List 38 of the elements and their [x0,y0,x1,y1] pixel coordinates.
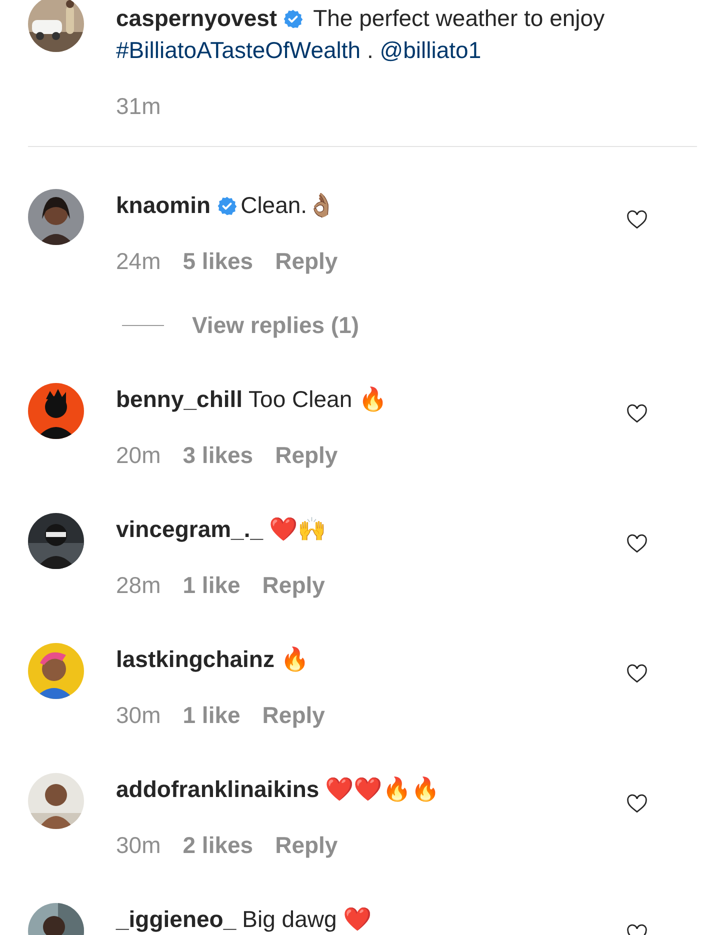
reply-button[interactable]: Reply [262,569,325,601]
reply-button[interactable]: Reply [275,829,338,861]
hashtag-link[interactable]: #BilliatoATasteOfWealth [116,37,361,63]
like-heart-icon[interactable] [625,793,649,815]
like-heart-icon[interactable] [625,533,649,555]
like-count[interactable]: 2 likes [182,829,254,861]
timestamp: 28m [116,571,161,600]
comment-text: ❤🙌 [269,516,326,542]
reply-button[interactable]: Reply [275,439,338,471]
username[interactable]: lastkingchainz [116,646,274,672]
reply-button[interactable]: Reply [275,245,338,277]
timestamp: 30m [116,701,161,730]
caption-text: caspernyovest The perfect weather to enjoy #BilliatoATasteOfWealth . @billiato1 [116,4,606,65]
comment-text: 🔥 [280,646,310,672]
timestamp: 30m [116,831,161,860]
timestamp: 20m [116,441,161,470]
comment-text: Big dawg ❤ [242,906,372,932]
username-link[interactable]: caspernyovest [116,5,278,31]
view-replies-button[interactable]: View replies (1) [192,309,360,341]
comment-text: Clean.👌🏽 [240,192,336,218]
timestamp: 31m [116,92,162,121]
username[interactable]: knaomin [116,192,211,218]
mention-link[interactable]: @billiato1 [380,37,482,63]
timestamp: 24m [116,247,161,276]
like-heart-icon[interactable] [625,209,649,231]
username[interactable]: _iggieneo_ [116,906,236,932]
username[interactable]: benny_chill [116,386,243,412]
username[interactable]: addofranklinaikins [116,776,320,802]
comment-text: Too Clean 🔥 [248,386,388,412]
comment-text: ❤❤🔥🔥 [325,776,440,802]
reply-button[interactable]: Reply [262,699,325,731]
like-count[interactable]: 3 likes [182,439,254,471]
like-heart-icon[interactable] [625,663,649,685]
like-count[interactable]: 1 like [182,569,240,601]
like-count[interactable]: 5 likes [182,245,254,277]
username[interactable]: vincegram_._ [116,516,264,542]
like-count[interactable]: 1 like [182,699,240,731]
like-heart-icon[interactable] [625,403,649,425]
